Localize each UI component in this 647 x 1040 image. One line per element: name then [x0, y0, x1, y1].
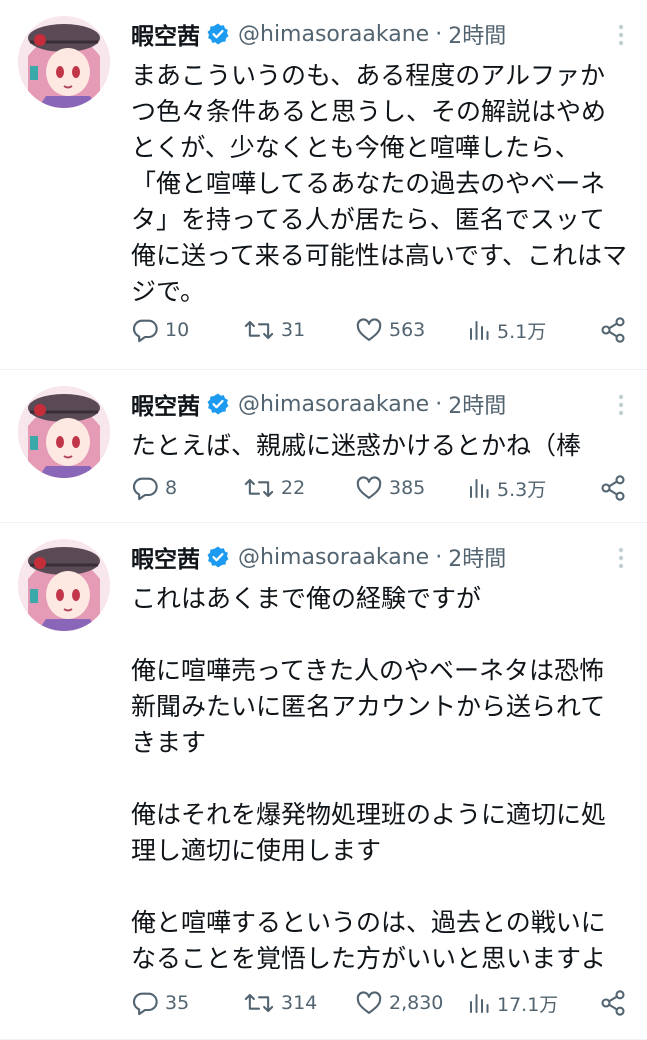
more-vertical-icon[interactable]: [615, 545, 627, 571]
tweet-text: たとえば、親戚に迷惑かけるとかね（棒: [131, 431, 582, 460]
reply-button[interactable]: 8: [131, 474, 243, 502]
tweet-actions: 8 22 385 5.3万: [131, 474, 627, 502]
avatar[interactable]: [18, 386, 110, 478]
retweet-button[interactable]: 31: [243, 316, 355, 344]
reply-count: 8: [165, 477, 178, 499]
verified-badge-icon: [206, 545, 230, 569]
tweet-actions: 35 314 2,830 17.1万: [131, 989, 627, 1017]
timestamp[interactable]: 2時間: [448, 18, 506, 50]
tweet[interactable]: 暇空茜 @himasoraakane · 2時間 これはあくまで俺の経験ですが …: [0, 523, 647, 1040]
reply-button[interactable]: 35: [131, 989, 243, 1017]
like-count: 2,830: [389, 992, 444, 1014]
tweet[interactable]: 暇空茜 @himasoraakane · 2時間 まあこういうのも、ある程度のア…: [0, 0, 647, 370]
retweet-icon: [243, 474, 275, 502]
reply-icon: [131, 316, 159, 344]
tweet-header: 暇空茜 @himasoraakane · 2時間: [131, 14, 627, 54]
display-name[interactable]: 暇空茜: [131, 17, 200, 51]
avatar-image: [18, 16, 110, 108]
tweet[interactable]: 暇空茜 @himasoraakane · 2時間 たとえば、親戚に迷惑かけるとか…: [0, 370, 647, 523]
retweet-button[interactable]: 314: [243, 989, 355, 1017]
retweet-count: 314: [281, 992, 318, 1014]
display-name[interactable]: 暇空茜: [131, 540, 200, 574]
tweet-text: まあこういうのも、ある程度のアルファかつ色々条件あると思うし、その解説はやめとく…: [131, 61, 628, 306]
more-vertical-icon[interactable]: [615, 392, 627, 418]
user-handle[interactable]: @himasoraakane: [238, 392, 429, 417]
separator-dot: ·: [435, 21, 443, 47]
views-chart-icon: [467, 990, 491, 1016]
display-name[interactable]: 暇空茜: [131, 387, 200, 421]
verified-badge-icon: [206, 392, 230, 416]
views-button[interactable]: 17.1万: [467, 990, 579, 1017]
timestamp[interactable]: 2時間: [448, 541, 506, 573]
share-icon: [599, 989, 627, 1017]
heart-icon: [355, 316, 383, 344]
like-count: 563: [389, 319, 426, 341]
user-handle[interactable]: @himasoraakane: [238, 545, 429, 570]
views-count: 5.1万: [497, 320, 547, 343]
views-chart-icon: [467, 317, 491, 343]
retweet-icon: [243, 316, 275, 344]
reply-icon: [131, 989, 159, 1017]
like-count: 385: [389, 477, 426, 499]
views-button[interactable]: 5.3万: [467, 475, 579, 502]
share-button[interactable]: [599, 316, 627, 344]
more-vertical-icon[interactable]: [615, 22, 627, 48]
share-icon: [599, 474, 627, 502]
tweet-text: これはあくまで俺の経験ですが 俺に喧嘩売ってきた人のやベーネタは恐怖新聞みたいに…: [131, 584, 607, 973]
share-button[interactable]: [599, 989, 627, 1017]
views-button[interactable]: 5.1万: [467, 317, 579, 344]
share-button[interactable]: [599, 474, 627, 502]
views-count: 5.3万: [497, 478, 547, 501]
tweet-actions: 10 31 563 5.1万: [131, 316, 627, 344]
retweet-button[interactable]: 22: [243, 474, 355, 502]
reply-button[interactable]: 10: [131, 316, 243, 344]
like-button[interactable]: 2,830: [355, 989, 467, 1017]
heart-icon: [355, 989, 383, 1017]
avatar-image: [18, 539, 110, 631]
share-icon: [599, 316, 627, 344]
tweet-header: 暇空茜 @himasoraakane · 2時間: [131, 537, 627, 577]
avatar[interactable]: [18, 16, 110, 108]
avatar[interactable]: [18, 539, 110, 631]
user-handle[interactable]: @himasoraakane: [238, 22, 429, 47]
retweet-count: 31: [281, 319, 306, 341]
tweet-header: 暇空茜 @himasoraakane · 2時間: [131, 384, 627, 424]
verified-badge-icon: [206, 22, 230, 46]
views-count: 17.1万: [497, 993, 559, 1016]
like-button[interactable]: 563: [355, 316, 467, 344]
like-button[interactable]: 385: [355, 474, 467, 502]
heart-icon: [355, 474, 383, 502]
reply-icon: [131, 474, 159, 502]
reply-count: 10: [165, 319, 190, 341]
reply-count: 35: [165, 992, 190, 1014]
retweet-count: 22: [281, 477, 306, 499]
separator-dot: ·: [435, 544, 443, 570]
timestamp[interactable]: 2時間: [448, 388, 506, 420]
avatar-image: [18, 386, 110, 478]
retweet-icon: [243, 989, 275, 1017]
views-chart-icon: [467, 475, 491, 501]
separator-dot: ·: [435, 391, 443, 417]
